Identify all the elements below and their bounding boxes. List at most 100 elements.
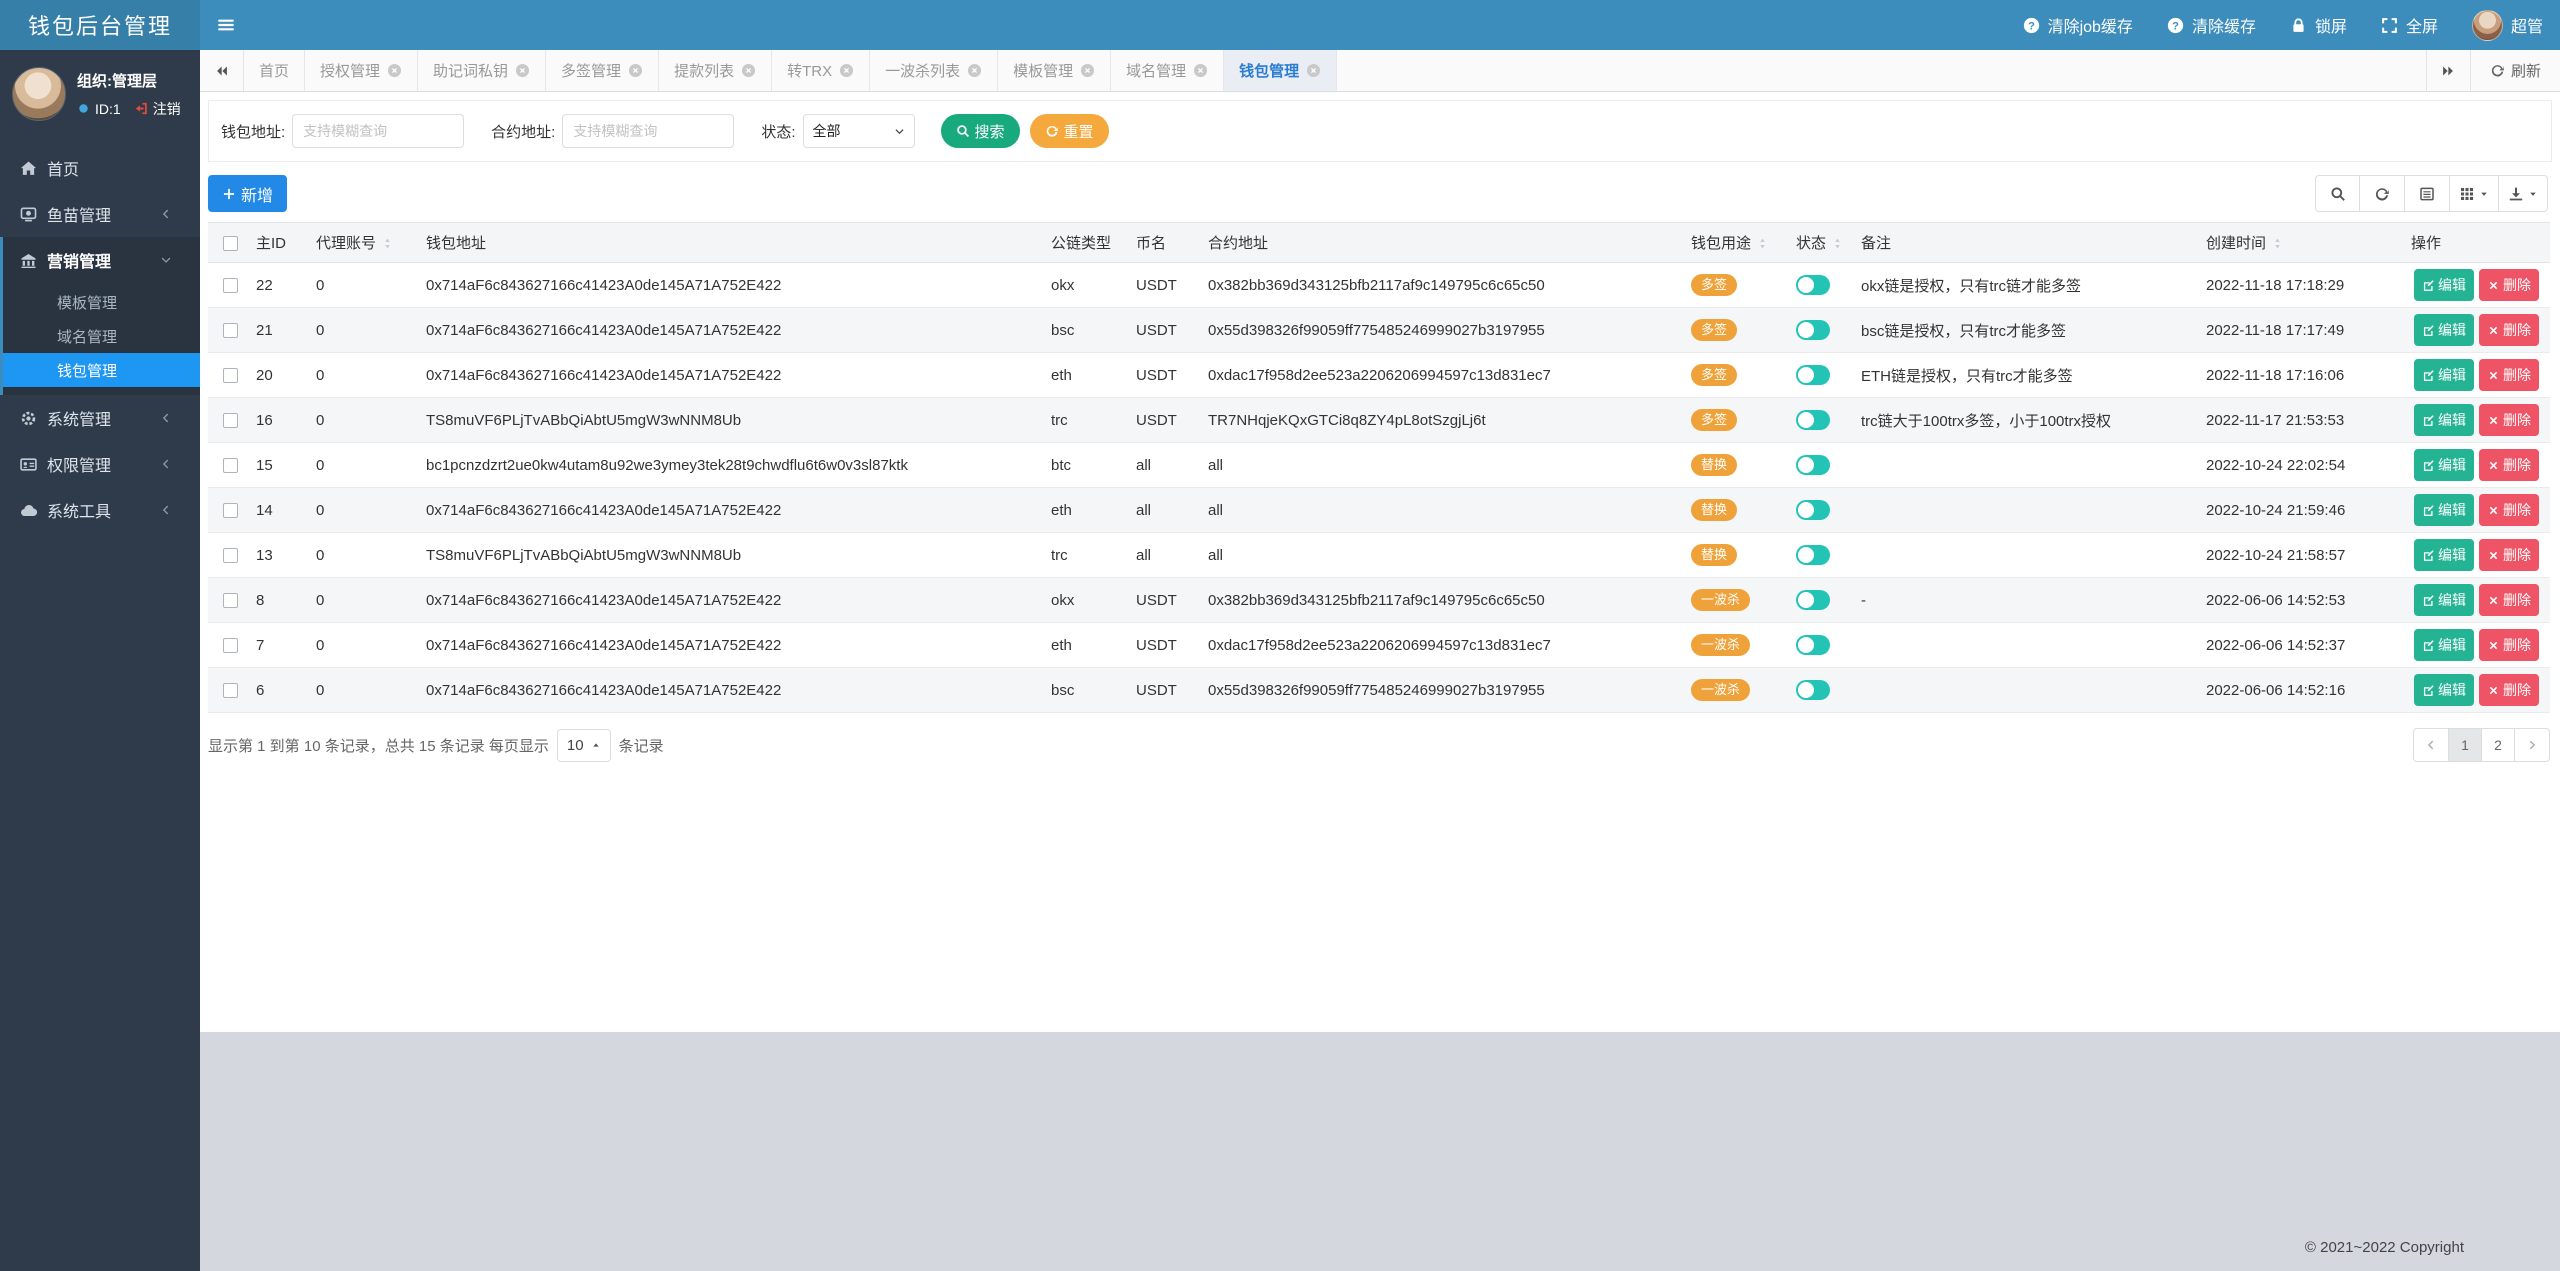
nav-item-fullscreen[interactable]: 全屏 bbox=[2364, 0, 2455, 50]
edit-button[interactable]: 编辑 bbox=[2414, 269, 2474, 301]
export-button[interactable] bbox=[2499, 175, 2548, 212]
sidebar-item-tools[interactable]: 系统工具 bbox=[0, 487, 200, 533]
sidebar-subitem-wallet[interactable]: 钱包管理 bbox=[3, 353, 200, 387]
sidebar-item-home[interactable]: 首页 bbox=[0, 145, 200, 191]
nav-item-clear-cache[interactable]: ?清除缓存 bbox=[2150, 0, 2273, 50]
nav-item-lock-screen[interactable]: 锁屏 bbox=[2273, 0, 2364, 50]
delete-button[interactable]: 删除 bbox=[2479, 269, 2539, 301]
app-logo[interactable]: 钱包后台管理 bbox=[0, 0, 200, 50]
tabs-scroll-left-button[interactable] bbox=[200, 50, 244, 91]
row-checkbox[interactable] bbox=[223, 323, 238, 338]
sidebar-item-marketing[interactable]: 营销管理 bbox=[3, 237, 200, 283]
tab-auth[interactable]: 授权管理 bbox=[305, 50, 418, 91]
table-search-button[interactable] bbox=[2315, 175, 2360, 212]
status-toggle[interactable] bbox=[1796, 500, 1830, 520]
status-toggle[interactable] bbox=[1796, 365, 1830, 385]
tab-close-icon[interactable] bbox=[1193, 63, 1208, 78]
status-select[interactable]: 全部 bbox=[803, 114, 915, 148]
edit-button[interactable]: 编辑 bbox=[2414, 494, 2474, 526]
edit-button[interactable]: 编辑 bbox=[2414, 404, 2474, 436]
status-toggle[interactable] bbox=[1796, 320, 1830, 340]
nav-user-menu[interactable]: 超管 bbox=[2455, 0, 2560, 50]
add-button[interactable]: 新增 bbox=[208, 175, 287, 212]
column-header-created[interactable]: 创建时间 bbox=[2198, 223, 2403, 263]
row-checkbox[interactable] bbox=[223, 503, 238, 518]
tab-multisig[interactable]: 多签管理 bbox=[546, 50, 659, 91]
tab-refresh-button[interactable]: 刷新 bbox=[2470, 50, 2560, 91]
delete-button[interactable]: 删除 bbox=[2479, 359, 2539, 391]
tab-wallet[interactable]: 钱包管理 bbox=[1224, 50, 1337, 91]
tab-domain[interactable]: 域名管理 bbox=[1111, 50, 1224, 91]
nav-item-clear-job-cache[interactable]: ?清除job缓存 bbox=[2006, 0, 2150, 50]
status-toggle[interactable] bbox=[1796, 545, 1830, 565]
edit-button[interactable]: 编辑 bbox=[2414, 629, 2474, 661]
delete-button[interactable]: 删除 bbox=[2479, 314, 2539, 346]
delete-button[interactable]: 删除 bbox=[2479, 629, 2539, 661]
page-size-select[interactable]: 10 bbox=[557, 729, 611, 762]
pagination-next-button[interactable] bbox=[2515, 728, 2550, 762]
tab-close-icon[interactable] bbox=[1080, 63, 1095, 78]
row-checkbox[interactable] bbox=[223, 593, 238, 608]
edit-button[interactable]: 编辑 bbox=[2414, 449, 2474, 481]
reset-button[interactable]: 重置 bbox=[1030, 114, 1109, 148]
delete-button[interactable]: 删除 bbox=[2479, 449, 2539, 481]
pagination-page-2[interactable]: 2 bbox=[2482, 728, 2515, 762]
tab-close-icon[interactable] bbox=[741, 63, 756, 78]
columns-button[interactable] bbox=[2450, 175, 2499, 212]
delete-button[interactable]: 删除 bbox=[2479, 584, 2539, 616]
sidebar-item-system[interactable]: 系统管理 bbox=[0, 395, 200, 441]
row-checkbox[interactable] bbox=[223, 458, 238, 473]
row-checkbox[interactable] bbox=[223, 548, 238, 563]
edit-button[interactable]: 编辑 bbox=[2414, 539, 2474, 571]
tab-home[interactable]: 首页 bbox=[244, 50, 305, 91]
search-button[interactable]: 搜索 bbox=[941, 114, 1020, 148]
status-toggle[interactable] bbox=[1796, 275, 1830, 295]
edit-button[interactable]: 编辑 bbox=[2414, 359, 2474, 391]
tab-withdraw[interactable]: 提款列表 bbox=[659, 50, 772, 91]
logout-button[interactable]: 注销 bbox=[134, 99, 181, 119]
tab-yibosha[interactable]: 一波杀列表 bbox=[870, 50, 998, 91]
table-refresh-button[interactable] bbox=[2360, 175, 2405, 212]
delete-button[interactable]: 删除 bbox=[2479, 404, 2539, 436]
pagination-page-1[interactable]: 1 bbox=[2449, 728, 2482, 762]
delete-button[interactable]: 删除 bbox=[2479, 539, 2539, 571]
column-header-agent[interactable]: 代理账号 bbox=[308, 223, 418, 263]
select-all-checkbox[interactable] bbox=[223, 236, 238, 251]
status-toggle[interactable] bbox=[1796, 635, 1830, 655]
tab-close-icon[interactable] bbox=[387, 63, 402, 78]
edit-button[interactable]: 编辑 bbox=[2414, 674, 2474, 706]
toggle-view-button[interactable] bbox=[2405, 175, 2450, 212]
edit-button[interactable]: 编辑 bbox=[2414, 584, 2474, 616]
tab-close-icon[interactable] bbox=[839, 63, 854, 78]
delete-button[interactable]: 删除 bbox=[2479, 494, 2539, 526]
column-header-status[interactable]: 状态 bbox=[1788, 223, 1853, 263]
sidebar-item-fish[interactable]: 鱼苗管理 bbox=[0, 191, 200, 237]
column-header-usage[interactable]: 钱包用途 bbox=[1683, 223, 1788, 263]
contract-address-input[interactable] bbox=[562, 114, 734, 148]
tabs-scroll-right-button[interactable] bbox=[2426, 50, 2470, 91]
status-toggle[interactable] bbox=[1796, 410, 1830, 430]
delete-button[interactable]: 删除 bbox=[2479, 674, 2539, 706]
row-checkbox[interactable] bbox=[223, 683, 238, 698]
tab-close-icon[interactable] bbox=[967, 63, 982, 78]
row-checkbox[interactable] bbox=[223, 368, 238, 383]
status-toggle[interactable] bbox=[1796, 590, 1830, 610]
sidebar-item-permission[interactable]: 权限管理 bbox=[0, 441, 200, 487]
sidebar-subitem-template[interactable]: 模板管理 bbox=[3, 285, 200, 319]
row-checkbox[interactable] bbox=[223, 413, 238, 428]
tab-mnemonic[interactable]: 助记词私钥 bbox=[418, 50, 546, 91]
tab-trx[interactable]: 转TRX bbox=[772, 50, 870, 91]
sidebar-subitem-domain[interactable]: 域名管理 bbox=[3, 319, 200, 353]
tab-close-icon[interactable] bbox=[1306, 63, 1321, 78]
tab-template[interactable]: 模板管理 bbox=[998, 50, 1111, 91]
tab-close-icon[interactable] bbox=[628, 63, 643, 78]
wallet-address-input[interactable] bbox=[292, 114, 464, 148]
status-toggle[interactable] bbox=[1796, 680, 1830, 700]
edit-button[interactable]: 编辑 bbox=[2414, 314, 2474, 346]
pagination-prev-button[interactable] bbox=[2413, 728, 2449, 762]
status-toggle[interactable] bbox=[1796, 455, 1830, 475]
row-checkbox[interactable] bbox=[223, 278, 238, 293]
row-checkbox[interactable] bbox=[223, 638, 238, 653]
sidebar-toggle-button[interactable] bbox=[200, 0, 252, 50]
tab-close-icon[interactable] bbox=[515, 63, 530, 78]
